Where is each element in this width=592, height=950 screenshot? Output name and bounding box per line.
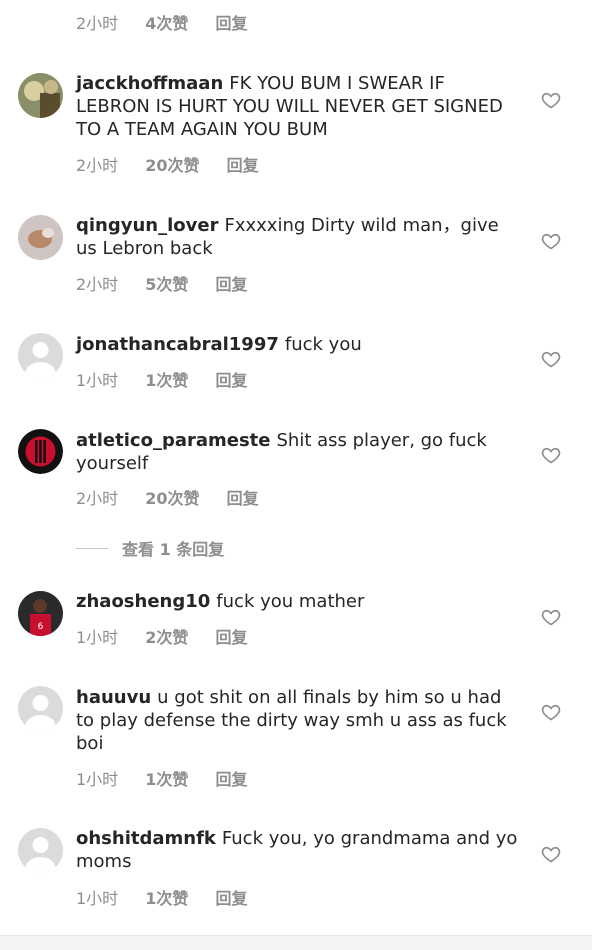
comment-meta: 1小时 1次赞 回复: [76, 885, 270, 909]
comment-meta: 1小时 2次赞 回复: [76, 624, 270, 648]
comment-time: 2小时: [76, 156, 119, 175]
default-avatar-icon: [25, 837, 56, 873]
comment-likes[interactable]: 2次赞: [145, 624, 188, 648]
reply-button[interactable]: 回复: [216, 367, 248, 391]
reply-button[interactable]: 回复: [216, 271, 248, 295]
reply-button[interactable]: 回复: [216, 10, 248, 34]
reply-button[interactable]: 回复: [216, 766, 248, 790]
comment-meta: 2小时 20次赞 回复: [76, 152, 281, 176]
view-replies-label: 查看 1 条回复: [122, 540, 225, 559]
reply-button[interactable]: 回复: [216, 885, 248, 909]
avatar[interactable]: [18, 333, 63, 378]
comment-meta: 2小时 20次赞 回复: [76, 485, 281, 509]
comment-likes[interactable]: 20次赞: [145, 485, 199, 509]
comment-time: 2小时: [76, 275, 119, 294]
view-replies-button[interactable]: 查看 1 条回复: [76, 536, 224, 560]
comment-time: 1小时: [76, 371, 119, 390]
comment-likes[interactable]: 1次赞: [145, 367, 188, 391]
comment-likes[interactable]: 1次赞: [145, 885, 188, 909]
heart-icon[interactable]: [541, 607, 561, 627]
comment-username[interactable]: qingyun_lover: [76, 215, 218, 236]
comment-time: 2小时: [76, 14, 119, 33]
reply-button[interactable]: 回复: [227, 152, 259, 176]
heart-icon[interactable]: [541, 349, 561, 369]
avatar[interactable]: 6: [18, 591, 63, 636]
heart-icon[interactable]: [541, 445, 561, 465]
reply-button[interactable]: 回复: [227, 485, 259, 509]
avatar[interactable]: [18, 686, 63, 731]
comment-likes[interactable]: 20次赞: [145, 152, 199, 176]
avatar[interactable]: [18, 429, 63, 474]
comment-text: fuck you: [284, 334, 362, 355]
comment-meta: 1小时 1次赞 回复: [76, 766, 270, 790]
comment-username[interactable]: hauuvu: [76, 687, 151, 708]
comment-time: 1小时: [76, 628, 119, 647]
comment-username[interactable]: atletico_parameste: [76, 430, 270, 451]
avatar[interactable]: [18, 828, 63, 873]
comment-likes[interactable]: 1次赞: [145, 766, 188, 790]
comment-likes[interactable]: 5次赞: [145, 271, 188, 295]
svg-text:6: 6: [38, 622, 44, 632]
default-avatar-icon: [25, 695, 56, 731]
heart-icon[interactable]: [541, 702, 561, 722]
comment-time: 1小时: [76, 889, 119, 908]
heart-icon[interactable]: [541, 231, 561, 251]
bottom-bar: [0, 935, 592, 950]
default-avatar-icon: [25, 342, 56, 378]
comment-username[interactable]: ohshitdamnfk: [76, 828, 216, 849]
heart-icon[interactable]: [541, 90, 561, 110]
comment-username[interactable]: jonathancabral1997: [76, 334, 279, 355]
comment-meta: 2小时 4次赞 回复: [76, 10, 270, 34]
avatar[interactable]: [18, 73, 63, 118]
comment-username[interactable]: jacckhoffmaan: [76, 73, 223, 94]
comment-username[interactable]: zhaosheng10: [76, 591, 210, 612]
avatar[interactable]: [18, 215, 63, 260]
comment-time: 2小时: [76, 489, 119, 508]
heart-icon[interactable]: [541, 844, 561, 864]
reply-button[interactable]: 回复: [216, 624, 248, 648]
comment-time: 1小时: [76, 770, 119, 789]
comment-meta: 1小时 1次赞 回复: [76, 367, 270, 391]
comment-meta: 2小时 5次赞 回复: [76, 271, 270, 295]
comment-likes[interactable]: 4次赞: [145, 10, 188, 34]
divider-line: [76, 547, 108, 549]
comment-text: fuck you mather: [216, 591, 365, 612]
